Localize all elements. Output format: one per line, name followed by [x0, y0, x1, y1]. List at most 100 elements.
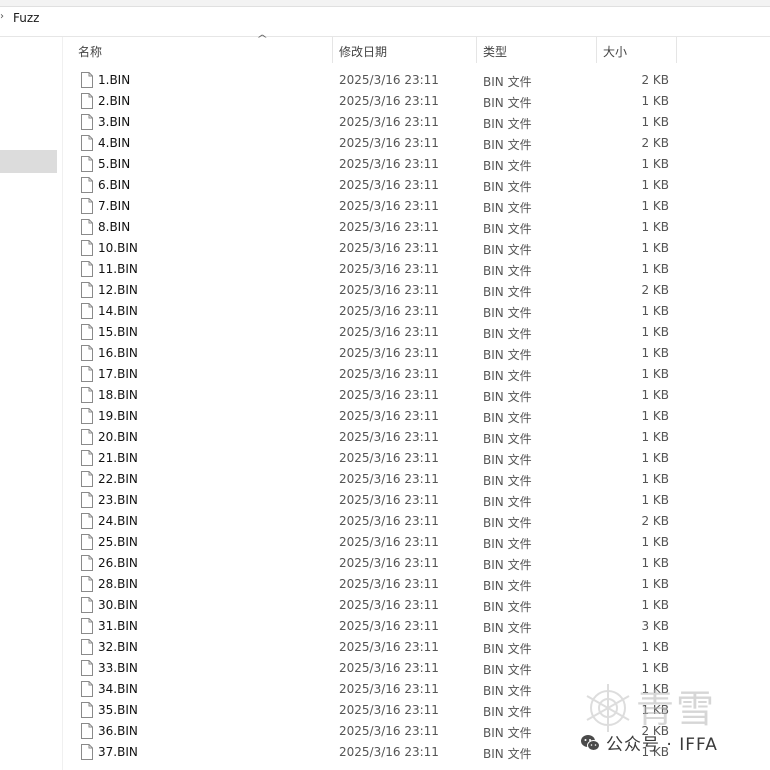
file-row[interactable]: 36.BIN 2025/3/16 23:11 BIN 文件 2 KB: [63, 721, 770, 742]
breadcrumb-folder-fuzz[interactable]: Fuzz: [13, 11, 39, 25]
file-size: 1 KB: [641, 640, 669, 654]
file-row[interactable]: 14.BIN 2025/3/16 23:11 BIN 文件 1 KB: [63, 301, 770, 322]
file-name[interactable]: 32.BIN: [98, 640, 138, 654]
file-name[interactable]: 10.BIN: [98, 241, 138, 255]
file-row[interactable]: 7.BIN 2025/3/16 23:11 BIN 文件 1 KB: [63, 196, 770, 217]
column-header-date[interactable]: 修改日期: [339, 43, 387, 60]
file-name[interactable]: 37.BIN: [98, 745, 138, 759]
file-name[interactable]: 31.BIN: [98, 619, 138, 633]
file-name[interactable]: 7.BIN: [98, 199, 130, 213]
file-row[interactable]: 28.BIN 2025/3/16 23:11 BIN 文件 1 KB: [63, 574, 770, 595]
file-row[interactable]: 37.BIN 2025/3/16 23:11 BIN 文件 1 KB: [63, 742, 770, 763]
file-icon: [81, 282, 93, 298]
file-name[interactable]: 18.BIN: [98, 388, 138, 402]
file-row[interactable]: 19.BIN 2025/3/16 23:11 BIN 文件 1 KB: [63, 406, 770, 427]
file-name[interactable]: 20.BIN: [98, 430, 138, 444]
sort-ascending-icon: ^: [256, 34, 269, 45]
file-row[interactable]: 8.BIN 2025/3/16 23:11 BIN 文件 1 KB: [63, 217, 770, 238]
file-name[interactable]: 26.BIN: [98, 556, 138, 570]
file-name[interactable]: 1.BIN: [98, 73, 130, 87]
file-name[interactable]: 5.BIN: [98, 157, 130, 171]
file-size: 1 KB: [641, 241, 669, 255]
file-name[interactable]: 34.BIN: [98, 682, 138, 696]
file-name[interactable]: 3.BIN: [98, 115, 130, 129]
column-separator[interactable]: [476, 37, 477, 63]
file-row[interactable]: 30.BIN 2025/3/16 23:11 BIN 文件 1 KB: [63, 595, 770, 616]
file-name[interactable]: 24.BIN: [98, 514, 138, 528]
file-row[interactable]: 32.BIN 2025/3/16 23:11 BIN 文件 1 KB: [63, 637, 770, 658]
file-size: 1 KB: [641, 367, 669, 381]
column-separator[interactable]: [332, 37, 333, 63]
file-name[interactable]: 17.BIN: [98, 367, 138, 381]
file-row[interactable]: 26.BIN 2025/3/16 23:11 BIN 文件 1 KB: [63, 553, 770, 574]
file-row[interactable]: 6.BIN 2025/3/16 23:11 BIN 文件 1 KB: [63, 175, 770, 196]
address-bar: › Fuzz: [0, 0, 770, 37]
column-header-name[interactable]: 名称: [78, 43, 102, 60]
file-row[interactable]: 31.BIN 2025/3/16 23:11 BIN 文件 3 KB: [63, 616, 770, 637]
file-name[interactable]: 11.BIN: [98, 262, 138, 276]
breadcrumb-chevron-icon[interactable]: ›: [0, 10, 8, 24]
file-row[interactable]: 11.BIN 2025/3/16 23:11 BIN 文件 1 KB: [63, 259, 770, 280]
file-name[interactable]: 12.BIN: [98, 283, 138, 297]
file-row[interactable]: 20.BIN 2025/3/16 23:11 BIN 文件 1 KB: [63, 427, 770, 448]
file-row[interactable]: 5.BIN 2025/3/16 23:11 BIN 文件 1 KB: [63, 154, 770, 175]
column-separator[interactable]: [596, 37, 597, 63]
file-name[interactable]: 33.BIN: [98, 661, 138, 675]
file-icon: [81, 219, 93, 235]
file-row[interactable]: 24.BIN 2025/3/16 23:11 BIN 文件 2 KB: [63, 511, 770, 532]
file-name[interactable]: 16.BIN: [98, 346, 138, 360]
file-icon: [81, 198, 93, 214]
file-name[interactable]: 35.BIN: [98, 703, 138, 717]
file-row[interactable]: 17.BIN 2025/3/16 23:11 BIN 文件 1 KB: [63, 364, 770, 385]
file-row[interactable]: 25.BIN 2025/3/16 23:11 BIN 文件 1 KB: [63, 532, 770, 553]
file-icon: [81, 660, 93, 676]
file-size: 1 KB: [641, 556, 669, 570]
file-name[interactable]: 23.BIN: [98, 493, 138, 507]
file-row[interactable]: 4.BIN 2025/3/16 23:11 BIN 文件 2 KB: [63, 133, 770, 154]
file-row[interactable]: 34.BIN 2025/3/16 23:11 BIN 文件 1 KB: [63, 679, 770, 700]
file-name[interactable]: 21.BIN: [98, 451, 138, 465]
file-name[interactable]: 30.BIN: [98, 598, 138, 612]
file-name[interactable]: 15.BIN: [98, 325, 138, 339]
file-row[interactable]: 1.BIN 2025/3/16 23:11 BIN 文件 2 KB: [63, 70, 770, 91]
file-icon: [81, 240, 93, 256]
file-modified-date: 2025/3/16 23:11: [339, 514, 439, 528]
file-icon: [81, 303, 93, 319]
file-row[interactable]: 16.BIN 2025/3/16 23:11 BIN 文件 1 KB: [63, 343, 770, 364]
file-name[interactable]: 2.BIN: [98, 94, 130, 108]
file-row[interactable]: 22.BIN 2025/3/16 23:11 BIN 文件 1 KB: [63, 469, 770, 490]
file-modified-date: 2025/3/16 23:11: [339, 724, 439, 738]
file-modified-date: 2025/3/16 23:11: [339, 283, 439, 297]
file-size: 1 KB: [641, 388, 669, 402]
file-name[interactable]: 25.BIN: [98, 535, 138, 549]
file-row[interactable]: 21.BIN 2025/3/16 23:11 BIN 文件 1 KB: [63, 448, 770, 469]
file-name[interactable]: 14.BIN: [98, 304, 138, 318]
file-modified-date: 2025/3/16 23:11: [339, 325, 439, 339]
nav-selected-item[interactable]: [0, 150, 57, 173]
file-row[interactable]: 2.BIN 2025/3/16 23:11 BIN 文件 1 KB: [63, 91, 770, 112]
file-row[interactable]: 12.BIN 2025/3/16 23:11 BIN 文件 2 KB: [63, 280, 770, 301]
column-separator[interactable]: [676, 37, 677, 63]
column-header-type[interactable]: 类型: [483, 43, 507, 60]
file-name[interactable]: 4.BIN: [98, 136, 130, 150]
file-row[interactable]: 18.BIN 2025/3/16 23:11 BIN 文件 1 KB: [63, 385, 770, 406]
file-size: 1 KB: [641, 325, 669, 339]
file-name[interactable]: 19.BIN: [98, 409, 138, 423]
file-row[interactable]: 3.BIN 2025/3/16 23:11 BIN 文件 1 KB: [63, 112, 770, 133]
column-header-size[interactable]: 大小: [603, 43, 627, 60]
file-name[interactable]: 22.BIN: [98, 472, 138, 486]
file-name[interactable]: 28.BIN: [98, 577, 138, 591]
file-name[interactable]: 36.BIN: [98, 724, 138, 738]
file-row[interactable]: 23.BIN 2025/3/16 23:11 BIN 文件 1 KB: [63, 490, 770, 511]
file-row[interactable]: 35.BIN 2025/3/16 23:11 BIN 文件 1 KB: [63, 700, 770, 721]
file-name[interactable]: 8.BIN: [98, 220, 130, 234]
file-icon: [81, 681, 93, 697]
file-row[interactable]: 15.BIN 2025/3/16 23:11 BIN 文件 1 KB: [63, 322, 770, 343]
file-row[interactable]: 33.BIN 2025/3/16 23:11 BIN 文件 1 KB: [63, 658, 770, 679]
file-size: 1 KB: [641, 409, 669, 423]
file-name[interactable]: 6.BIN: [98, 178, 130, 192]
file-type: BIN 文件: [483, 138, 532, 152]
file-row[interactable]: 10.BIN 2025/3/16 23:11 BIN 文件 1 KB: [63, 238, 770, 259]
file-size: 1 KB: [641, 661, 669, 675]
file-modified-date: 2025/3/16 23:11: [339, 430, 439, 444]
